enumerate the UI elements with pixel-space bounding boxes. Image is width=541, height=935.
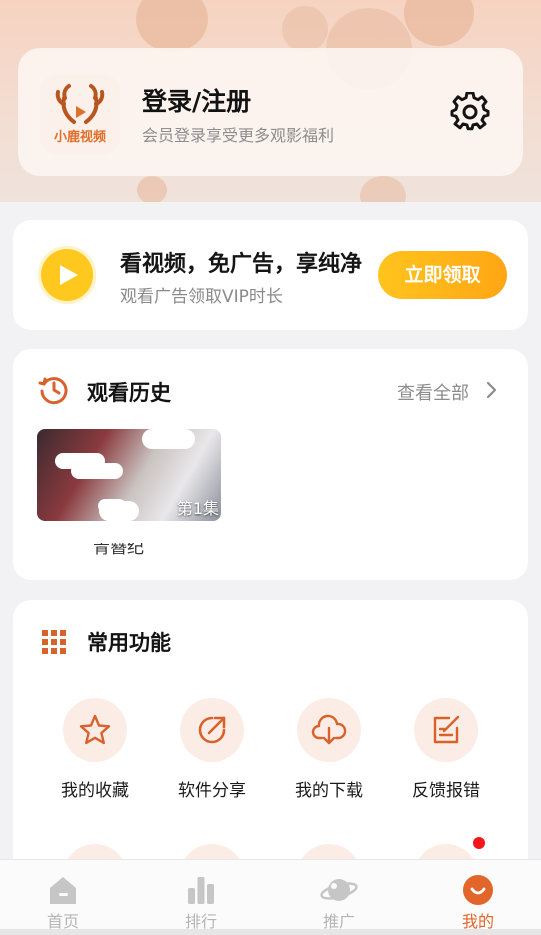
common-functions-card: 常用功能 我的收藏 软件分享 我的下载 反馈报错 bbox=[13, 600, 528, 908]
grid-icon bbox=[42, 630, 66, 654]
login-subtitle: 会员登录享受更多观影福利 bbox=[142, 126, 335, 145]
chevron-right-icon[interactable] bbox=[485, 379, 499, 401]
vip-promo-card: 看视频，免广告，享纯净 观看广告领取VIP时长 立即领取 bbox=[13, 220, 528, 330]
profile-icon bbox=[463, 875, 493, 905]
history-video-title[interactable]: 青簪纪 bbox=[93, 543, 144, 558]
claim-now-button[interactable]: 立即领取 bbox=[378, 251, 507, 299]
decor-bubble bbox=[282, 6, 328, 52]
favorites-button[interactable]: 我的收藏 bbox=[45, 698, 145, 801]
thumb-mask bbox=[142, 429, 195, 449]
feedback-button[interactable]: 反馈报错 bbox=[396, 698, 496, 801]
login-register-link[interactable]: 登录/注册 bbox=[142, 82, 251, 118]
cloud-download-icon bbox=[311, 714, 347, 745]
history-icon bbox=[38, 377, 68, 405]
episode-badge: 第1集 bbox=[176, 499, 219, 518]
share-icon bbox=[198, 716, 226, 744]
thumb-mask bbox=[71, 463, 123, 479]
system-nav-strip bbox=[0, 929, 541, 935]
thumb-mask bbox=[98, 499, 126, 513]
tab-promotion[interactable]: 推广 bbox=[289, 860, 389, 931]
settings-gear-icon[interactable] bbox=[450, 92, 490, 132]
decor-bubble bbox=[404, 0, 474, 46]
vip-promo-title: 看视频，免广告，享纯净 bbox=[120, 252, 363, 277]
deer-antler-icon bbox=[55, 84, 105, 124]
history-title: 观看历史 bbox=[87, 381, 171, 405]
tab-home[interactable]: 首页 bbox=[13, 860, 113, 931]
vip-promo-subtitle: 观看广告领取VIP时长 bbox=[120, 287, 283, 307]
decor-bubble bbox=[136, 0, 208, 52]
share-app-button[interactable]: 软件分享 bbox=[162, 698, 262, 801]
decor-bubble bbox=[360, 176, 406, 202]
decor-bubble bbox=[137, 176, 167, 202]
see-all-link[interactable]: 查看全部 bbox=[397, 379, 469, 405]
tab-profile[interactable]: 我的 bbox=[428, 860, 528, 931]
favorites-label: 我的收藏 bbox=[61, 781, 129, 801]
history-video-thumbnail[interactable]: 第1集 bbox=[37, 429, 221, 521]
star-icon bbox=[79, 714, 111, 745]
notification-dot bbox=[473, 837, 485, 849]
planet-icon bbox=[320, 879, 358, 901]
downloads-icon-bg bbox=[297, 698, 361, 762]
functions-title: 常用功能 bbox=[87, 631, 171, 655]
app-logo: 小鹿视频 bbox=[40, 74, 120, 154]
tab-ranking[interactable]: 排行 bbox=[151, 860, 251, 931]
downloads-label: 我的下载 bbox=[295, 781, 363, 801]
share-icon-bg bbox=[180, 698, 244, 762]
feedback-label: 反馈报错 bbox=[412, 781, 480, 801]
feedback-icon bbox=[433, 715, 460, 744]
downloads-button[interactable]: 我的下载 bbox=[279, 698, 379, 801]
feedback-icon-bg bbox=[414, 698, 478, 762]
bottom-tab-bar: 首页 排行 推广 我的 bbox=[0, 859, 541, 931]
home-icon bbox=[50, 877, 76, 904]
share-label: 软件分享 bbox=[178, 781, 246, 801]
watch-history-card: 观看历史 查看全部 第1集 青簪纪 bbox=[13, 349, 528, 580]
play-icon bbox=[38, 246, 96, 304]
ranking-icon bbox=[188, 877, 214, 904]
logo-text: 小鹿视频 bbox=[53, 130, 106, 145]
favorites-icon-bg bbox=[63, 698, 127, 762]
